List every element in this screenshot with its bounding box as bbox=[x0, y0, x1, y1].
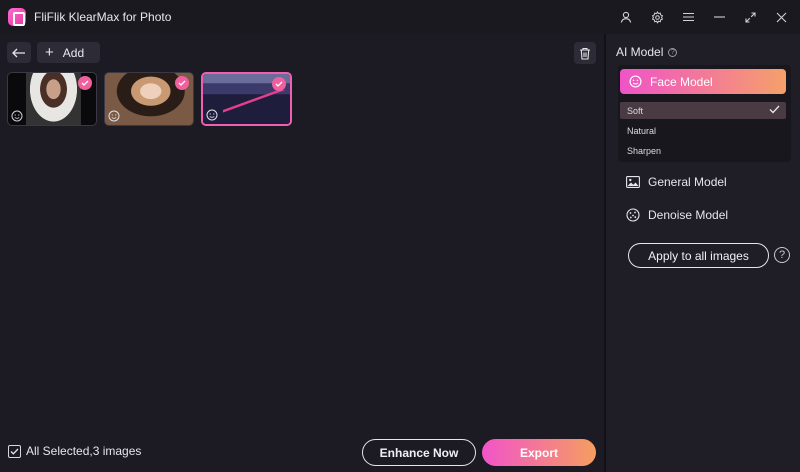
maximize-icon[interactable] bbox=[742, 9, 758, 25]
thumbnail-image bbox=[26, 73, 81, 125]
variant-label: Soft bbox=[627, 105, 644, 116]
face-icon bbox=[108, 110, 120, 122]
add-button-label: Add bbox=[62, 45, 85, 60]
variant-label: Sharpen bbox=[627, 145, 662, 156]
face-model-label: Face Model bbox=[650, 74, 713, 89]
variant-soft[interactable]: Soft bbox=[620, 102, 786, 119]
image-thumbnail[interactable] bbox=[7, 72, 97, 126]
face-icon bbox=[629, 75, 642, 88]
denoise-icon bbox=[626, 208, 640, 222]
denoise-model-option[interactable]: Denoise Model bbox=[626, 208, 728, 222]
ai-model-title-text: AI Model bbox=[616, 45, 664, 59]
back-button[interactable] bbox=[7, 42, 31, 63]
variant-label: Natural bbox=[627, 125, 657, 136]
denoise-model-label: Denoise Model bbox=[648, 208, 729, 222]
face-icon bbox=[206, 109, 218, 121]
help-icon[interactable]: ? bbox=[774, 247, 790, 263]
select-all-control[interactable]: All Selected,3 images bbox=[8, 444, 141, 458]
plus-icon: + bbox=[45, 44, 54, 61]
image-thumbnail[interactable] bbox=[104, 72, 194, 126]
settings-icon[interactable] bbox=[649, 9, 665, 25]
select-all-label: All Selected,3 images bbox=[26, 444, 142, 458]
selected-check-icon[interactable] bbox=[272, 77, 286, 91]
help-icon[interactable]: ? bbox=[668, 47, 678, 57]
arrow-left-icon bbox=[12, 48, 25, 57]
general-model-option[interactable]: General Model bbox=[626, 175, 727, 189]
add-button[interactable]: + Add bbox=[37, 42, 100, 63]
export-button[interactable]: Export bbox=[482, 439, 596, 466]
image-icon bbox=[626, 175, 640, 189]
trash-icon bbox=[580, 47, 590, 60]
face-model-card: Face Model Soft Natural Sharpen bbox=[618, 65, 791, 162]
title-bar: FliFlik KlearMax for Photo bbox=[0, 0, 800, 34]
checkmark-icon bbox=[769, 105, 780, 114]
enhance-now-button[interactable]: Enhance Now bbox=[362, 439, 476, 466]
ai-model-panel: AI Model ? Face Model Soft Natural Sharp… bbox=[606, 34, 800, 472]
select-all-checkbox[interactable] bbox=[8, 444, 21, 458]
ai-model-title: AI Model ? bbox=[616, 45, 678, 59]
menu-icon[interactable] bbox=[680, 9, 696, 25]
face-icon bbox=[11, 110, 23, 122]
variant-natural[interactable]: Natural bbox=[620, 122, 786, 139]
close-icon[interactable] bbox=[773, 9, 789, 25]
selected-check-icon[interactable] bbox=[175, 76, 189, 90]
delete-button[interactable] bbox=[574, 42, 596, 64]
general-model-label: General Model bbox=[648, 175, 727, 189]
image-list-pane: + Add All Selected,3 images Enhance Now … bbox=[0, 34, 604, 472]
app-logo-icon bbox=[8, 8, 26, 26]
user-icon[interactable] bbox=[618, 9, 634, 25]
apply-to-all-button[interactable]: Apply to all images bbox=[628, 243, 769, 268]
selected-check-icon[interactable] bbox=[78, 76, 92, 90]
app-title: FliFlik KlearMax for Photo bbox=[34, 10, 172, 24]
image-thumbnail-active[interactable] bbox=[201, 72, 292, 126]
face-model-option[interactable]: Face Model bbox=[620, 69, 786, 94]
minimize-icon[interactable] bbox=[711, 9, 727, 25]
variant-sharpen[interactable]: Sharpen bbox=[620, 142, 786, 159]
